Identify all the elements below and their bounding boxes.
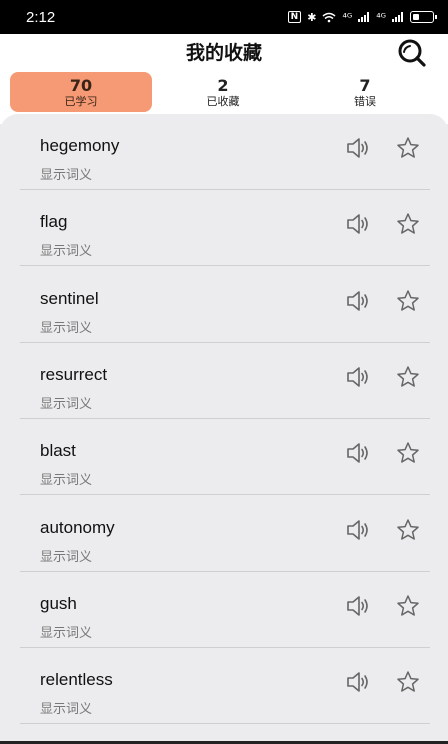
- show-meaning-link[interactable]: 显示词义: [40, 393, 92, 412]
- pronounce-button[interactable]: [346, 442, 372, 464]
- tab-label: 错误: [354, 94, 376, 108]
- tab-count: 7: [359, 75, 371, 95]
- signal-1-label: ⁴ᴳ: [342, 10, 353, 24]
- speaker-icon: [347, 138, 368, 158]
- bluetooth-icon: ✱: [307, 10, 317, 24]
- favorite-button[interactable]: [396, 441, 420, 465]
- word-list-item[interactable]: hegemony 显示词义: [20, 114, 430, 190]
- tab-bar: 70 已学习 2 已收藏 7 错误: [10, 72, 438, 112]
- pronounce-button[interactable]: [346, 366, 372, 388]
- signal-1-icon: [358, 12, 370, 22]
- pronounce-button[interactable]: [346, 137, 372, 159]
- word-list-item[interactable]: flag 显示词义: [20, 190, 430, 267]
- pronounce-button[interactable]: [346, 290, 372, 312]
- star-icon: [397, 213, 419, 235]
- battery-icon: [410, 11, 437, 23]
- nfc-icon: N: [287, 11, 302, 23]
- tab-label: 已学习: [64, 94, 98, 108]
- word-text: hegemony: [40, 136, 120, 155]
- favorite-button[interactable]: [396, 289, 420, 313]
- star-icon: [397, 671, 419, 692]
- word-text: resurrect: [40, 364, 108, 384]
- favorite-button[interactable]: [396, 670, 420, 694]
- pronounce-button[interactable]: [346, 213, 372, 235]
- star-icon: [397, 137, 419, 158]
- word-list-item[interactable]: resurrect 显示词义: [20, 343, 430, 419]
- speaker-icon: [347, 519, 368, 540]
- word-list-item[interactable]: sentinel 显示词义: [20, 267, 430, 343]
- wifi-icon: [322, 12, 336, 22]
- show-meaning-link[interactable]: 显示词义: [40, 698, 92, 717]
- star-icon: [397, 595, 419, 616]
- star-icon: [397, 289, 419, 311]
- favorite-button[interactable]: [396, 365, 420, 389]
- star-icon: [397, 442, 419, 463]
- favorite-button[interactable]: [396, 136, 420, 160]
- word-list-item[interactable]: autonomy 显示词义: [20, 496, 430, 572]
- status-icons: N ✱ ⁴ᴳ ⁴ᴳ: [287, 10, 437, 24]
- pronounce-button[interactable]: [346, 595, 372, 617]
- word-text: autonomy: [40, 517, 115, 537]
- star-icon: [397, 518, 419, 540]
- word-list-item[interactable]: gush 显示词义: [20, 572, 430, 648]
- search-button[interactable]: [394, 38, 428, 68]
- status-time: 2:12: [26, 8, 56, 26]
- speaker-icon: [347, 595, 368, 616]
- status-bar: 2:12 N ✱ ⁴ᴳ ⁴ᴳ: [0, 0, 448, 34]
- pronounce-button[interactable]: [346, 519, 372, 541]
- word-list-item[interactable]: blast 显示词义: [20, 419, 430, 496]
- speaker-icon: [347, 290, 368, 311]
- word-list: hegemony 显示词义 flag 显示词义 sentinel 显示词义 re…: [0, 114, 448, 744]
- tab-count: 2: [217, 75, 229, 95]
- word-text: relentless: [40, 670, 113, 690]
- signal-2-label: ⁴ᴳ: [376, 10, 386, 24]
- tab-favorites[interactable]: 2 已收藏: [152, 72, 294, 112]
- favorite-button[interactable]: [396, 212, 420, 236]
- page-title: 我的收藏: [185, 42, 262, 64]
- word-text: flag: [40, 212, 68, 232]
- favorite-button[interactable]: [396, 594, 420, 618]
- word-text: sentinel: [40, 288, 99, 308]
- word-text: gush: [40, 593, 77, 613]
- word-text: blast: [40, 441, 76, 461]
- speaker-icon: [347, 367, 368, 387]
- signal-2-icon: [392, 12, 403, 22]
- speaker-icon: [347, 672, 368, 692]
- tab-mistakes[interactable]: 7 错误: [294, 72, 436, 112]
- speaker-icon: [347, 214, 368, 235]
- tab-learned[interactable]: 70 已学习: [10, 72, 152, 112]
- star-icon: [397, 366, 419, 387]
- show-meaning-link[interactable]: 显示词义: [40, 240, 92, 259]
- word-list-item[interactable]: relentless 显示词义: [20, 648, 430, 725]
- show-meaning-link[interactable]: 显示词义: [40, 546, 92, 565]
- pronounce-button[interactable]: [346, 671, 372, 693]
- favorite-button[interactable]: [396, 518, 420, 542]
- search-icon: [398, 39, 426, 67]
- tab-label: 已收藏: [206, 94, 240, 108]
- show-meaning-link[interactable]: 显示词义: [40, 622, 92, 641]
- show-meaning-link[interactable]: 显示词义: [40, 164, 92, 183]
- show-meaning-link[interactable]: 显示词义: [40, 317, 92, 336]
- speaker-icon: [347, 443, 368, 463]
- tab-count: 70: [69, 75, 93, 95]
- show-meaning-link[interactable]: 显示词义: [40, 469, 92, 488]
